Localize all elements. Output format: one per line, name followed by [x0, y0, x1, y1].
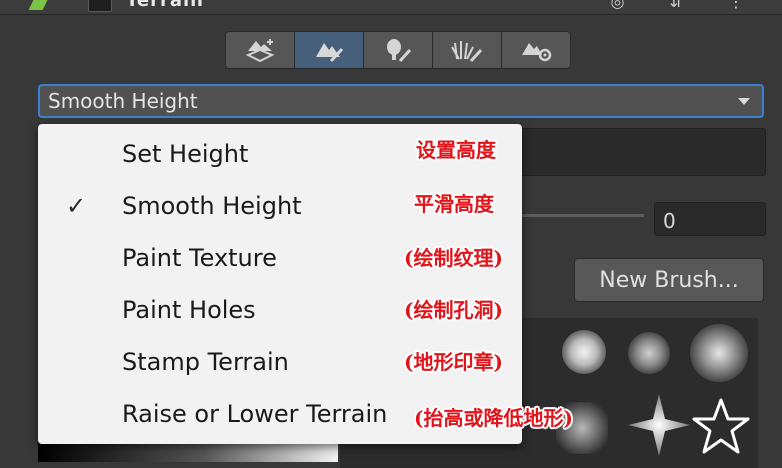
terrain-toolbar — [225, 31, 571, 69]
annotation-paint-holes: (绘制孔洞) — [404, 298, 503, 322]
paint-terrain-button[interactable] — [294, 31, 364, 69]
brush-star-outline-icon[interactable] — [690, 396, 752, 458]
component-menu-icons[interactable]: ◎ ⇵ ⋮ — [610, 0, 764, 11]
annotation-smooth-height: 平滑高度 — [414, 192, 494, 216]
paint-trees-button[interactable] — [363, 31, 433, 69]
brush-soft-round-icon[interactable] — [562, 330, 606, 374]
inspector-header: Terrain ◎ ⇵ ⋮ — [0, 0, 782, 15]
terrain-component-icon — [28, 0, 50, 10]
checkmark-icon: ✓ — [66, 192, 87, 220]
paint-trees-icon — [387, 39, 412, 63]
menu-item-label: Stamp Terrain — [122, 348, 289, 376]
annotation-paint-texture: (绘制纹理) — [404, 246, 503, 270]
description-field — [510, 128, 766, 176]
terrain-settings-icon — [522, 43, 552, 62]
menu-item-label: Smooth Height — [122, 192, 302, 220]
annotation-set-height: 设置高度 — [416, 138, 496, 162]
brush-noise-icon[interactable] — [628, 332, 670, 374]
paint-details-button[interactable] — [432, 31, 502, 69]
menu-item-label: Set Height — [122, 140, 249, 168]
create-neighbor-terrain-icon — [245, 39, 275, 63]
menu-item-label: Paint Texture — [122, 244, 277, 272]
slider-track[interactable] — [520, 214, 644, 217]
create-neighbor-terrain-button[interactable] — [225, 31, 295, 69]
paint-tool-menu: Set Height ✓ Smooth Height Paint Texture… — [38, 124, 522, 444]
number-field[interactable]: 0 — [654, 202, 766, 236]
paint-tool-dropdown[interactable]: Smooth Height — [38, 84, 764, 118]
number-field-value: 0 — [663, 209, 676, 233]
menu-item-label: Raise or Lower Terrain — [122, 400, 388, 428]
brush-four-point-star-icon[interactable] — [626, 392, 692, 458]
paint-terrain-icon — [316, 43, 344, 63]
new-brush-button[interactable]: New Brush... — [574, 258, 764, 302]
dropdown-arrow-icon — [738, 98, 750, 105]
menu-item-label: Paint Holes — [122, 296, 256, 324]
brush-splatter-icon[interactable] — [690, 324, 748, 382]
dropdown-selected-value: Smooth Height — [48, 89, 198, 113]
component-title: Terrain — [126, 0, 204, 11]
annotation-raise-lower-terrain: (抬高或降低地形) — [414, 406, 573, 430]
component-enabled-checkbox[interactable] — [88, 0, 112, 12]
paint-details-icon — [451, 41, 483, 63]
annotation-stamp-terrain: (地形印章) — [404, 350, 503, 374]
terrain-settings-button[interactable] — [501, 31, 571, 69]
